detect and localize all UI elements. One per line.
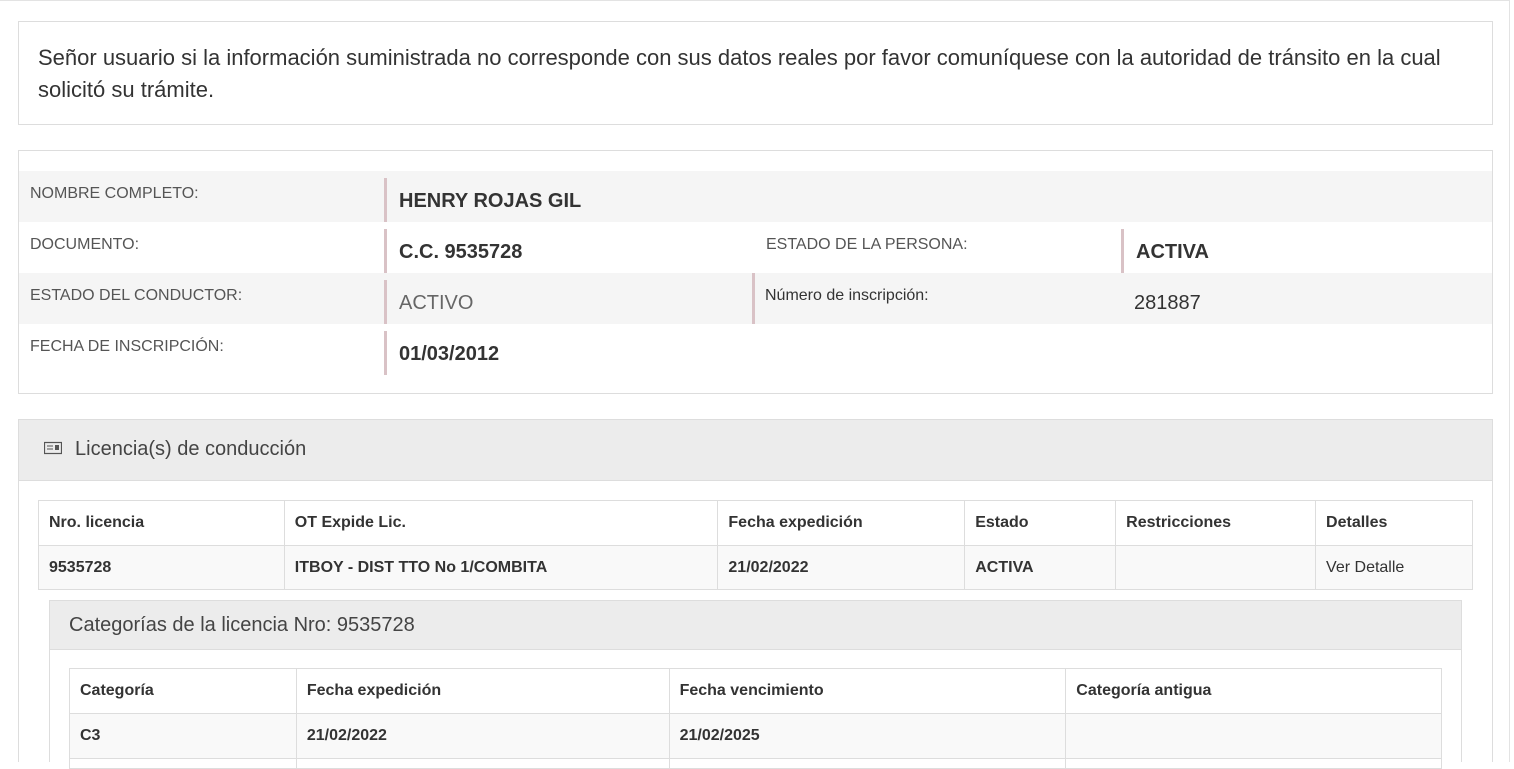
estado-persona-value: ACTIVA bbox=[1121, 229, 1209, 273]
cell-categoria: C3 bbox=[69, 713, 297, 759]
nombre-label: NOMBRE COMPLETO: bbox=[30, 185, 199, 202]
fecha-inscripcion-label: FECHA DE INSCRIPCIÓN: bbox=[30, 338, 224, 355]
empty-cell bbox=[295, 758, 670, 769]
notice-box: Señor usuario si la información suminist… bbox=[18, 21, 1493, 125]
cell-ot: ITBOY - DIST TTO No 1/COMBITA bbox=[283, 545, 719, 590]
col-detalles: Detalles bbox=[1315, 500, 1473, 546]
licencias-table: Nro. licencia OT Expide Lic. Fecha exped… bbox=[38, 500, 1473, 590]
table-row[interactable]: 9535728 ITBOY - DIST TTO No 1/COMBITA 21… bbox=[38, 545, 1473, 590]
col-fecha-expedicion: Fecha expedición bbox=[717, 500, 966, 546]
categorias-header: Categorías de la licencia Nro: 9535728 bbox=[50, 601, 1461, 650]
notice-text: Señor usuario si la información suminist… bbox=[38, 45, 1441, 102]
table-row: C3 21/02/2022 21/02/2025 bbox=[69, 713, 1442, 759]
col-estado: Estado bbox=[964, 500, 1117, 546]
licencias-header: Licencia(s) de conducción bbox=[19, 420, 1492, 481]
fecha-inscripcion-value: 01/03/2012 bbox=[384, 331, 499, 375]
categorias-header-row: Categoría Fecha expedición Fecha vencimi… bbox=[69, 668, 1442, 714]
categorias-title: Categorías de la licencia Nro: 9535728 bbox=[69, 614, 415, 636]
empty-cell bbox=[1065, 758, 1442, 769]
empty-cell bbox=[668, 758, 1067, 769]
col-ot-expide: OT Expide Lic. bbox=[283, 500, 719, 546]
cell-cat-expedicion: 21/02/2022 bbox=[295, 713, 670, 759]
row-documento: DOCUMENTO: C.C. 9535728 ESTADO DE LA PER… bbox=[19, 222, 1492, 273]
col-nro-licencia: Nro. licencia bbox=[38, 500, 285, 546]
cell-cat-antigua bbox=[1065, 713, 1442, 759]
row-estado-conductor: ESTADO DEL CONDUCTOR: ACTIVO Número de i… bbox=[19, 273, 1492, 324]
documento-value: C.C. 9535728 bbox=[384, 229, 522, 273]
cell-cat-vencimiento: 21/02/2025 bbox=[668, 713, 1067, 759]
numero-inscripcion-label: Número de inscripción: bbox=[752, 273, 929, 324]
ver-detalle-link[interactable]: Ver Detalle bbox=[1315, 545, 1473, 590]
person-info-panel: NOMBRE COMPLETO: HENRY ROJAS GIL DOCUMEN… bbox=[18, 150, 1493, 394]
estado-conductor-value: ACTIVO bbox=[384, 280, 473, 324]
empty-cell bbox=[69, 758, 297, 769]
row-fecha-inscripcion: FECHA DE INSCRIPCIÓN: 01/03/2012 bbox=[19, 324, 1492, 375]
cell-restricciones bbox=[1115, 545, 1317, 590]
documento-label: DOCUMENTO: bbox=[30, 236, 140, 253]
cell-nro: 9535728 bbox=[38, 545, 285, 590]
col-categoria-antigua: Categoría antigua bbox=[1065, 668, 1442, 714]
col-restricciones: Restricciones bbox=[1115, 500, 1317, 546]
row-nombre: NOMBRE COMPLETO: HENRY ROJAS GIL bbox=[19, 171, 1492, 222]
estado-persona-label: ESTADO DE LA PERSONA: bbox=[766, 236, 968, 253]
estado-conductor-label: ESTADO DEL CONDUCTOR: bbox=[30, 287, 243, 304]
categorias-table: Categoría Fecha expedición Fecha vencimi… bbox=[69, 668, 1442, 769]
col-categoria: Categoría bbox=[69, 668, 297, 714]
table-row bbox=[69, 758, 1442, 769]
licencias-header-row: Nro. licencia OT Expide Lic. Fecha exped… bbox=[38, 500, 1473, 546]
nombre-value: HENRY ROJAS GIL bbox=[384, 178, 581, 222]
cell-estado: ACTIVA bbox=[964, 545, 1117, 590]
col-cat-fecha-expedicion: Fecha expedición bbox=[295, 668, 670, 714]
licencias-title: Licencia(s) de conducción bbox=[75, 438, 307, 460]
col-cat-fecha-vencimiento: Fecha vencimiento bbox=[668, 668, 1067, 714]
cell-fecha: 21/02/2022 bbox=[717, 545, 966, 590]
id-card-icon bbox=[44, 441, 62, 455]
numero-inscripcion-value: 281887 bbox=[1134, 292, 1201, 314]
